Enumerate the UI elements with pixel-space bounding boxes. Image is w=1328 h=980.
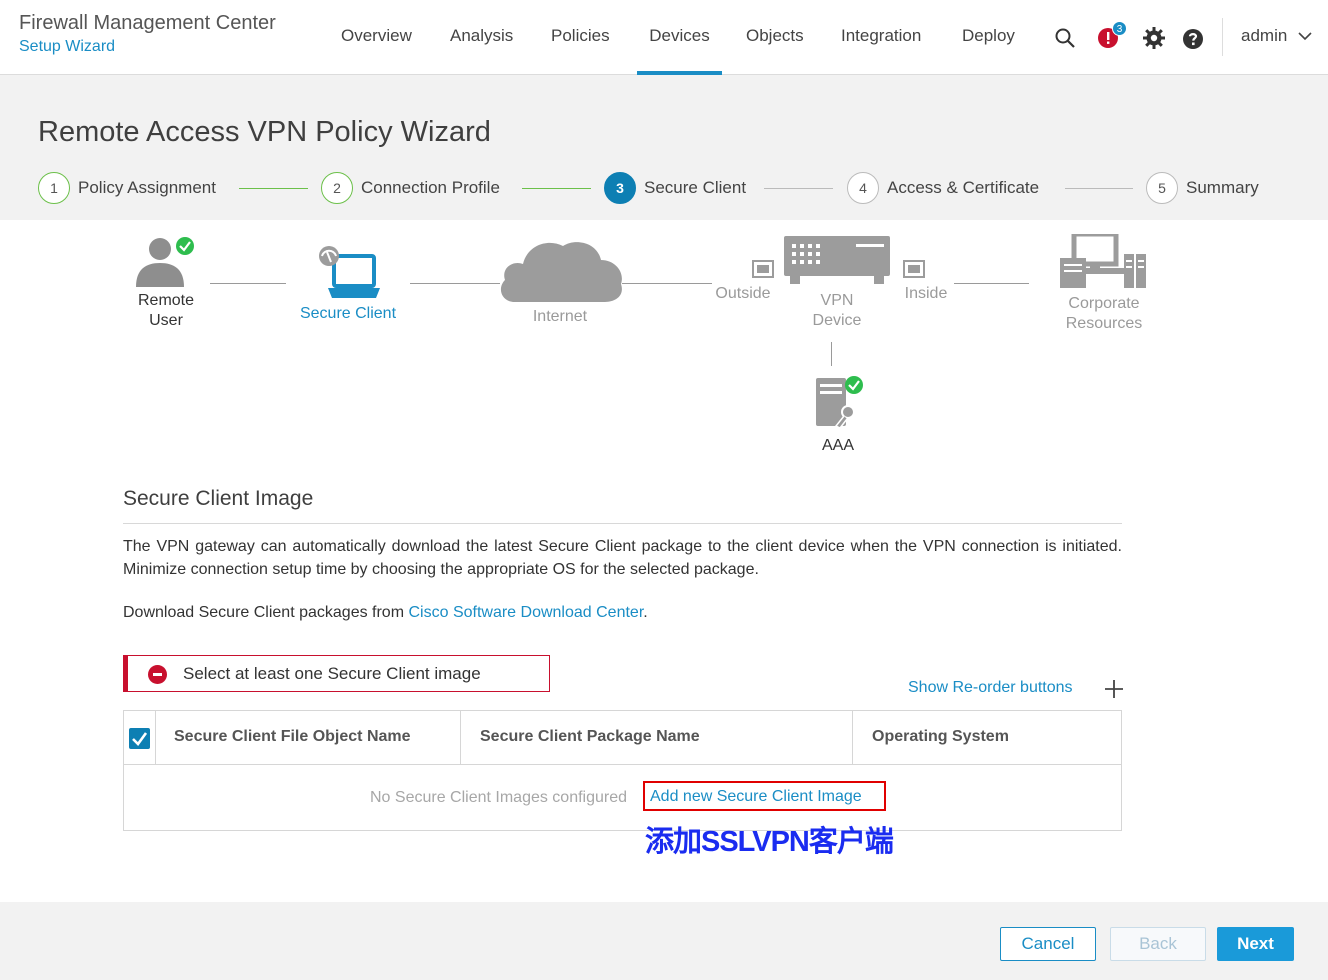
annotation-text: 添加SSLVPN客户端 [645,826,894,858]
diagram-link [622,283,712,284]
step-number: 2 [321,172,353,204]
chevron-down-icon [1298,32,1312,41]
download-prefix: Download Secure Client packages from [123,604,409,621]
corporate-resources-label: Corporate Resources [1065,295,1143,332]
step-label: Summary [1186,178,1259,197]
step-connection-profile[interactable]: 2 Connection Profile [321,172,500,204]
step-number: 5 [1146,172,1178,204]
username: admin [1241,26,1288,45]
help-icon[interactable] [1181,27,1205,51]
column-divider [460,711,461,765]
page-title: Remote Access VPN Policy Wizard [38,116,491,148]
checkmark-icon [132,732,148,746]
back-button[interactable]: Back [1110,927,1206,961]
aaa-server-icon [816,376,863,429]
nav-deploy[interactable]: Deploy [962,26,1015,75]
step-access-certificate[interactable]: 4 Access & Certificate [847,172,1039,204]
header-divider [1222,18,1223,56]
diagram-link [831,342,832,366]
top-navbar: Firewall Management Center Setup Wizard … [0,0,1328,75]
add-secure-client-image-link[interactable]: Add new Secure Client Image [643,781,886,811]
gear-icon[interactable] [1142,26,1166,50]
diagram-link [410,283,500,284]
secure-client-label: Secure Client [299,305,397,322]
internet-label: Internet [532,308,588,325]
download-center-link[interactable]: Cisco Software Download Center [408,604,643,621]
vpn-device-label: VPN Device [812,292,862,329]
column-divider [155,711,156,765]
step-label: Connection Profile [361,178,500,197]
step-policy-assignment[interactable]: 1 Policy Assignment [38,172,216,204]
user-menu[interactable]: admin [1241,26,1312,46]
secure-client-images-table: Secure Client File Object Name Secure Cl… [123,710,1122,831]
nav-integration[interactable]: Integration [841,26,921,75]
cloud-icon [500,242,622,302]
step-secure-client[interactable]: 3 Secure Client [604,172,746,204]
step-label: Policy Assignment [78,178,216,197]
diagram-link [210,283,286,284]
table-header: Secure Client File Object Name Secure Cl… [124,711,1121,765]
error-message: Select at least one Secure Client image [183,664,481,683]
remote-user-icon [136,237,194,287]
show-reorder-buttons-link[interactable]: Show Re-order buttons [908,679,1073,697]
vpn-device-icon [784,236,890,284]
alert-count-badge: 3 [1112,21,1127,36]
section-description: The VPN gateway can automatically downlo… [123,538,1122,578]
app-title: Firewall Management Center [19,12,276,34]
step-connector [239,188,308,189]
nav-policies[interactable]: Policies [551,26,610,75]
step-label: Access & Certificate [887,178,1040,197]
column-package-name[interactable]: Secure Client Package Name [480,711,700,765]
step-number: 3 [604,172,636,204]
nav-analysis[interactable]: Analysis [450,26,513,75]
corporate-resources-icon [1060,234,1146,288]
nav-overview[interactable]: Overview [341,26,412,75]
step-number: 1 [38,172,70,204]
step-connector [764,188,833,189]
diagram-link [954,283,1029,284]
step-summary[interactable]: 5 Summary [1146,172,1259,204]
select-all-checkbox[interactable] [129,728,150,749]
error-icon [148,665,167,684]
section-title: Secure Client Image [123,487,314,510]
nav-devices[interactable]: Devices [637,26,722,75]
nav-objects[interactable]: Objects [746,26,804,75]
remote-user-label: Remote User [137,292,195,329]
column-operating-system[interactable]: Operating System [872,711,1009,765]
column-divider [852,711,853,765]
cancel-button[interactable]: Cancel [1000,927,1096,961]
column-file-object-name[interactable]: Secure Client File Object Name [174,711,411,765]
step-label: Secure Client [644,178,747,197]
laptop-icon [319,246,380,298]
validation-error: Select at least one Secure Client image [123,655,550,692]
outside-label: Outside [715,285,771,302]
inside-port-icon [903,260,925,278]
section-divider [123,523,1122,524]
step-connector [522,188,591,189]
empty-table-message: No Secure Client Images configured [370,789,628,806]
inside-label: Inside [904,285,948,302]
outside-port-icon [752,260,774,278]
step-connector [1065,188,1133,189]
add-plus-icon[interactable] [1104,679,1124,699]
aaa-label: AAA [821,437,854,454]
download-line: Download Secure Client packages from Cis… [123,604,648,622]
download-suffix: . [643,604,648,621]
search-icon[interactable] [1053,26,1077,50]
step-number: 4 [847,172,879,204]
next-button[interactable]: Next [1217,927,1294,961]
setup-wizard-link[interactable]: Setup Wizard [19,38,115,56]
